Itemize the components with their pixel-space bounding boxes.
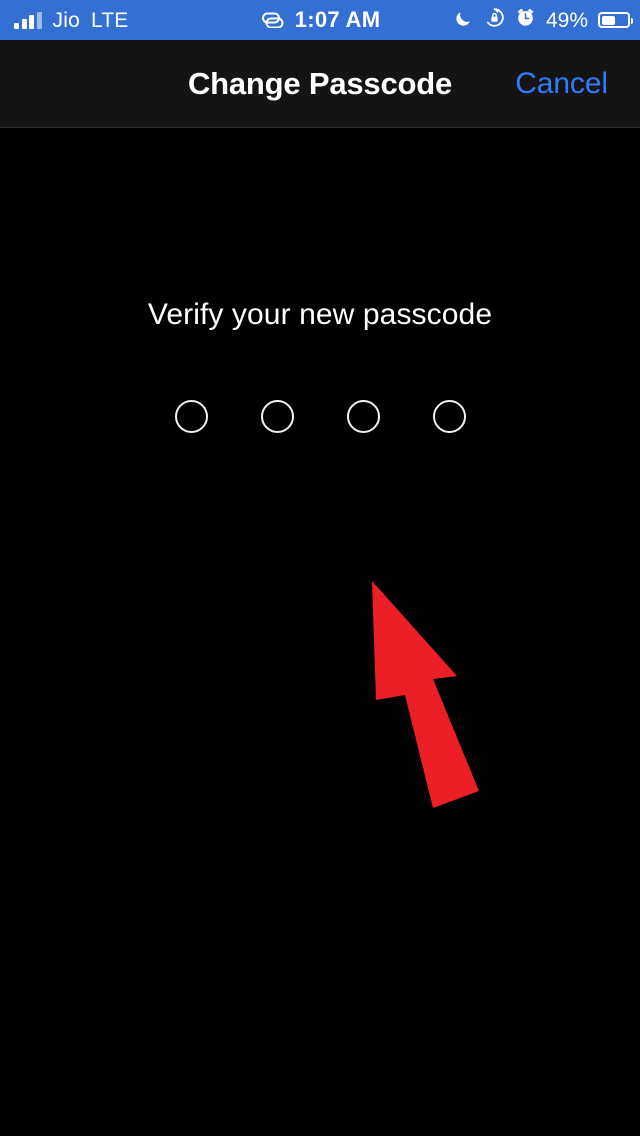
passcode-dot-2: [260, 399, 294, 433]
status-bar: Jio LTE 1:07 AM 49%: [0, 0, 640, 40]
navigation-bar: Change Passcode Cancel: [0, 40, 640, 128]
battery-icon: [598, 12, 633, 28]
cancel-button[interactable]: Cancel: [509, 40, 614, 127]
link-icon: [260, 8, 286, 33]
alarm-clock-icon: [515, 7, 536, 33]
status-bar-right-group: 49%: [454, 0, 633, 40]
passcode-entry-screen: Verify your new passcode: [0, 129, 640, 1136]
status-bar-clock: 1:07 AM: [294, 7, 381, 32]
passcode-dot-1: [174, 399, 208, 433]
passcode-prompt-label: Verify your new passcode: [147, 298, 493, 331]
rotation-lock-icon: [484, 7, 505, 33]
phone-screen: Jio LTE 1:07 AM 49% Change Passcode Canc…: [0, 0, 640, 1136]
annotation-arrow-icon: [372, 581, 479, 808]
moon-icon: [454, 8, 474, 33]
passcode-dot-3: [346, 399, 380, 433]
passcode-dot-group[interactable]: [0, 398, 640, 434]
passcode-dot-4: [432, 399, 466, 433]
battery-percentage: 49%: [545, 8, 588, 32]
